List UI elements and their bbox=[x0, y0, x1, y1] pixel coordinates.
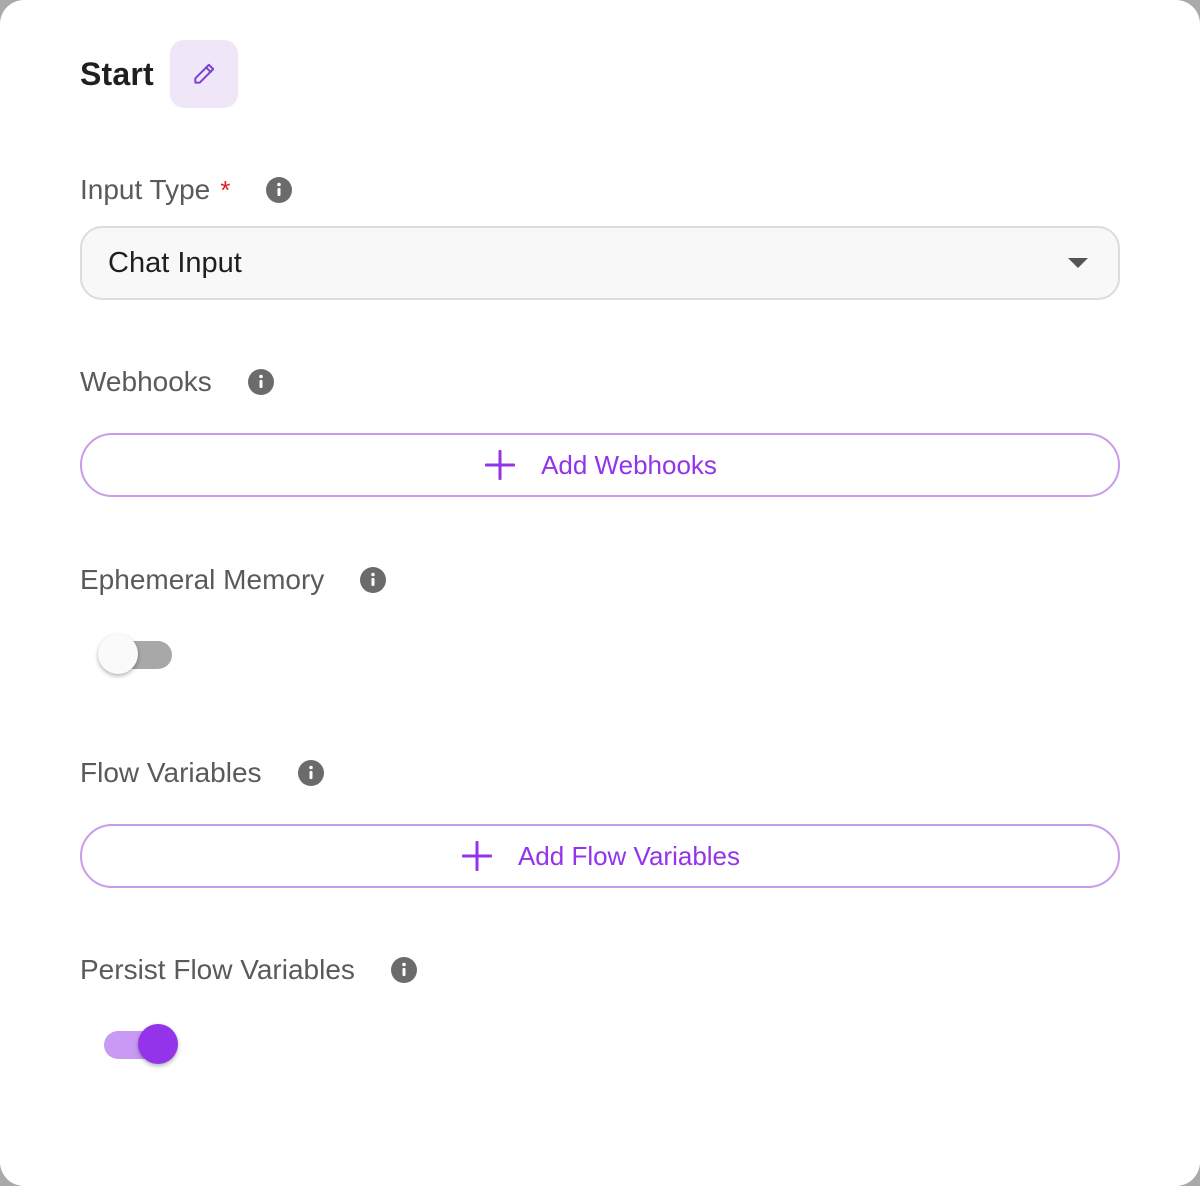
flow-variables-label-row: Flow Variables bbox=[80, 753, 324, 793]
input-type-selected-value: Chat Input bbox=[108, 246, 242, 279]
toggle-thumb bbox=[138, 1024, 178, 1064]
add-webhooks-label: Add Webhooks bbox=[541, 449, 717, 480]
input-type-label: Input Type bbox=[80, 174, 211, 205]
caret-down-icon bbox=[1068, 258, 1088, 268]
panel-title: Start bbox=[80, 55, 154, 92]
start-node-panel: Start Input Type * Chat Input Webhooks A… bbox=[0, 0, 1200, 1186]
plus-icon bbox=[460, 839, 494, 873]
info-icon[interactable] bbox=[266, 177, 293, 203]
edit-title-button[interactable] bbox=[169, 40, 238, 108]
webhooks-label: Webhooks bbox=[80, 366, 212, 397]
info-icon[interactable] bbox=[297, 760, 324, 786]
persist-flow-variables-label: Persist Flow Variables bbox=[80, 954, 355, 985]
add-flow-variables-label: Add Flow Variables bbox=[517, 840, 741, 871]
ephemeral-memory-label-row: Ephemeral Memory bbox=[80, 560, 387, 600]
info-icon[interactable] bbox=[247, 369, 274, 395]
persist-flow-variables-toggle[interactable] bbox=[96, 1022, 180, 1066]
ephemeral-memory-label: Ephemeral Memory bbox=[80, 564, 325, 595]
add-flow-variables-button[interactable]: Add Flow Variables bbox=[80, 824, 1120, 888]
flow-variables-label: Flow Variables bbox=[80, 757, 262, 788]
webhooks-label-row: Webhooks bbox=[80, 362, 274, 402]
input-type-select[interactable]: Chat Input bbox=[80, 226, 1120, 300]
toggle-thumb bbox=[98, 634, 138, 674]
panel-header: Start bbox=[80, 40, 238, 108]
input-type-label-row: Input Type * bbox=[80, 170, 293, 210]
persist-flow-variables-label-row: Persist Flow Variables bbox=[80, 950, 417, 990]
ephemeral-memory-toggle[interactable] bbox=[96, 632, 180, 676]
info-icon[interactable] bbox=[390, 957, 417, 983]
info-icon[interactable] bbox=[360, 567, 387, 593]
pencil-icon bbox=[194, 63, 215, 84]
plus-icon bbox=[483, 448, 517, 482]
add-webhooks-button[interactable]: Add Webhooks bbox=[80, 433, 1120, 497]
required-mark: * bbox=[220, 174, 231, 205]
